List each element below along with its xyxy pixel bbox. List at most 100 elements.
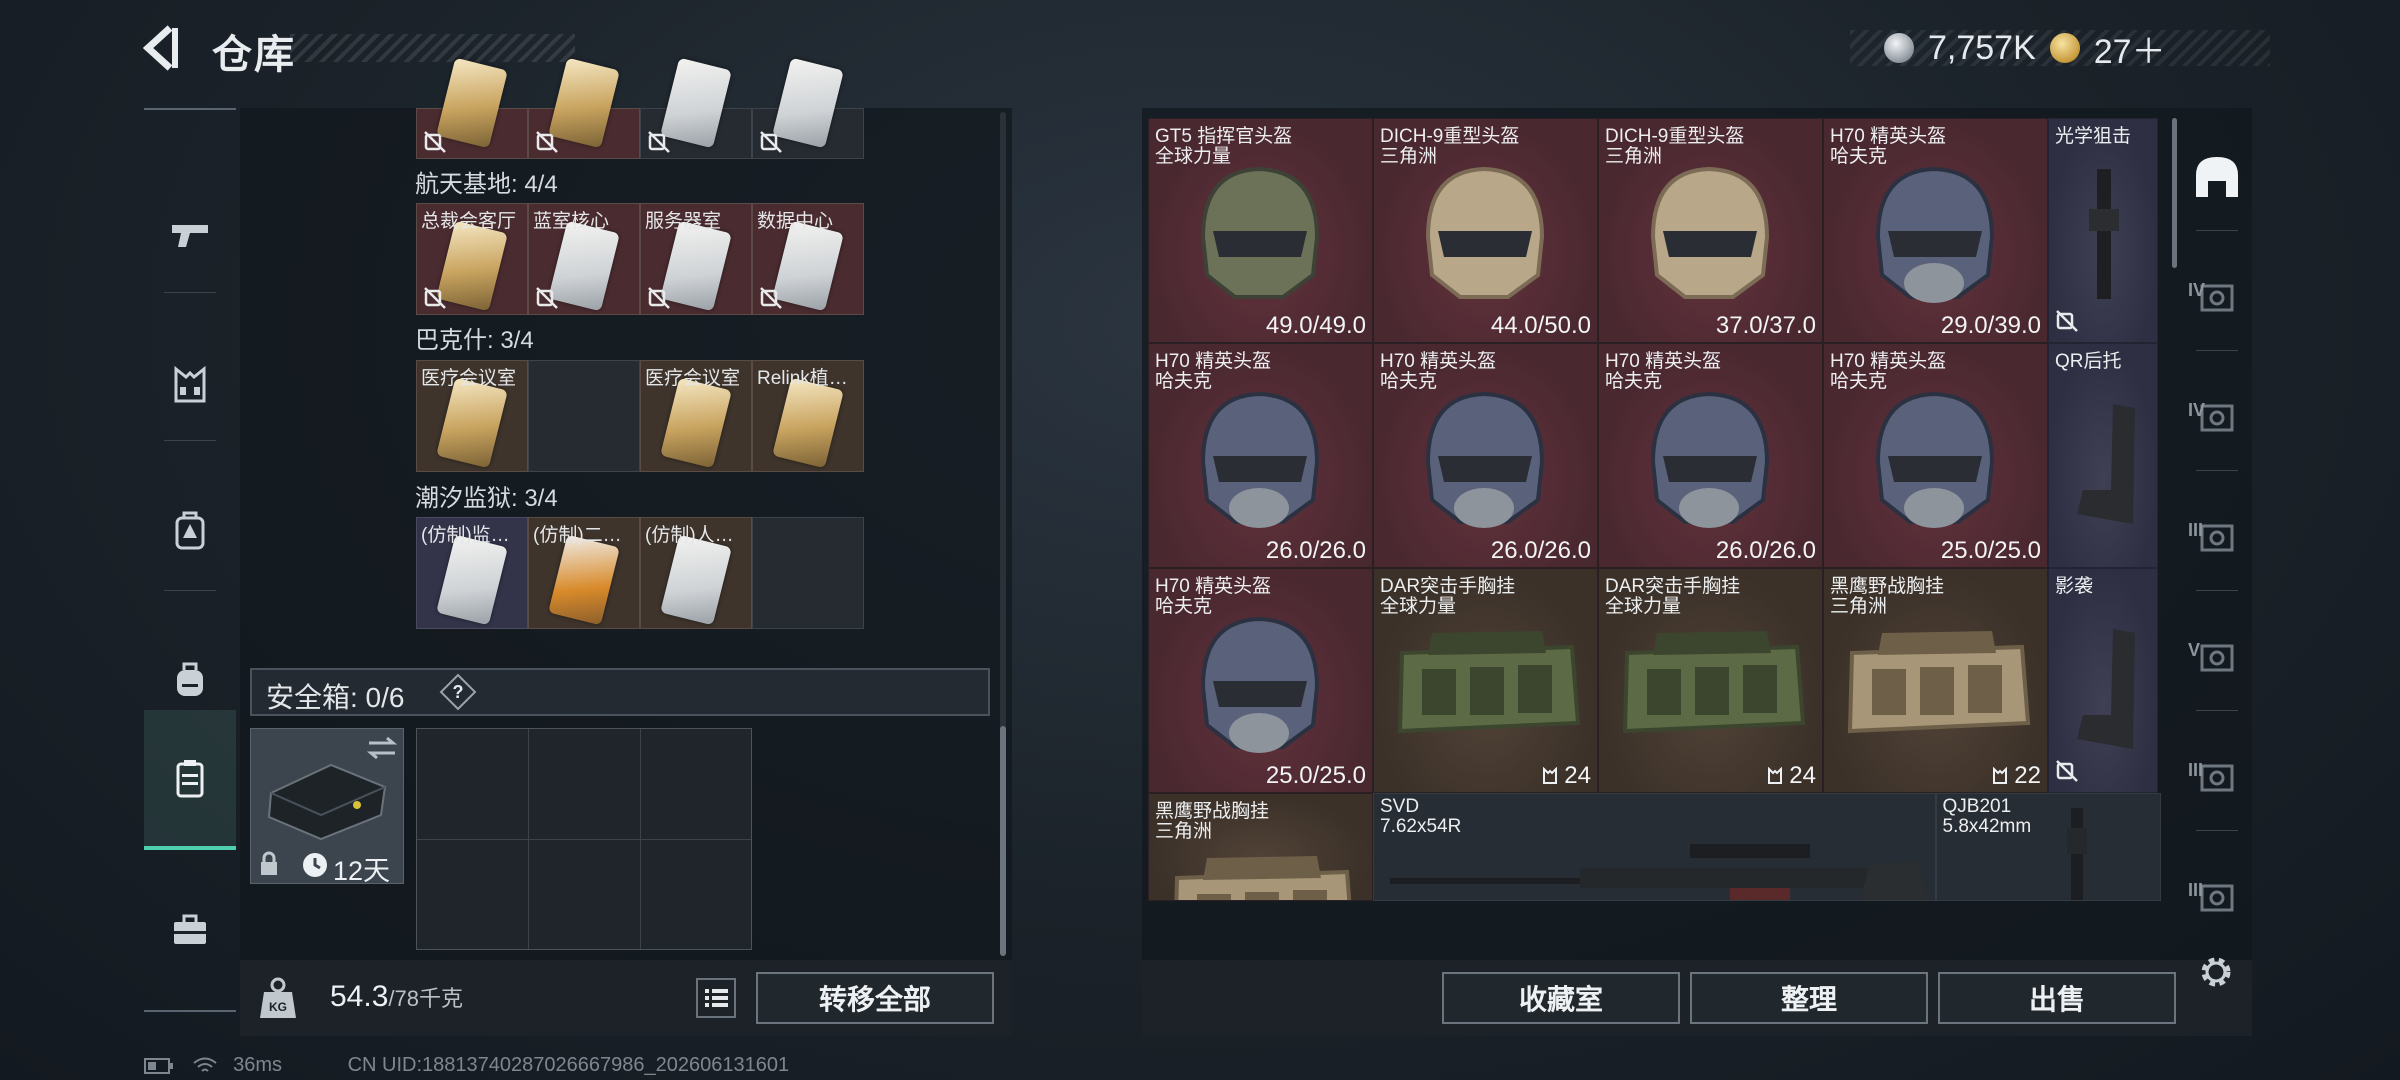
item-subtitle: 哈夫克 <box>1155 371 1213 392</box>
unlinked-icon <box>423 130 447 154</box>
key-card-slot[interactable]: 服务器室 <box>640 203 752 315</box>
inventory-item[interactable]: 光学狙击 <box>2048 118 2158 343</box>
inventory-item[interactable]: DAR突击手胸挂 全球力量 24 <box>1598 568 1823 793</box>
transfer-all-button[interactable]: 转移全部 <box>756 972 994 1024</box>
item-durability: 25.0/25.0 <box>1265 762 1366 789</box>
inventory-item[interactable]: GT5 指挥官头盔 全球力量 49.0/49.0 <box>1148 118 1373 343</box>
item-durability: 29.0/39.0 <box>1940 312 2041 339</box>
svg-text:KG: KG <box>269 1000 287 1014</box>
filter-divider <box>2196 470 2238 471</box>
inventory-filter-nav: IV IV III V III III <box>2182 108 2252 958</box>
key-card-slot[interactable]: 蓝室核心 <box>528 203 640 315</box>
filter-divider <box>2196 710 2238 711</box>
key-card-slot[interactable]: (仿制)二… <box>528 517 640 629</box>
carry-weight: 54.3/78千克 <box>330 980 463 1014</box>
sort-button[interactable]: 整理 <box>1690 972 1928 1024</box>
item-capacity-value: 24 <box>1564 762 1591 789</box>
nav-keycard-case[interactable] <box>144 710 236 850</box>
unlinked-icon <box>535 130 559 154</box>
filter-tab[interactable]: III <box>2182 838 2252 958</box>
help-button[interactable]: ? <box>439 673 477 711</box>
item-durability: 26.0/26.0 <box>1715 537 1816 564</box>
sell-button[interactable]: 出售 <box>1938 972 2176 1024</box>
inventory-item[interactable]: H70 精英头盔 哈夫克 29.0/39.0 <box>1823 118 2048 343</box>
inventory-item[interactable]: 影袭 <box>2048 568 2158 793</box>
vest-capacity-icon <box>1543 766 1558 784</box>
unlinked-icon <box>759 130 783 154</box>
filter-divider <box>2196 350 2238 351</box>
weight-icon: KG <box>260 977 296 1018</box>
item-subtitle: 哈夫克 <box>1605 371 1663 392</box>
vest-capacity-icon <box>1993 766 2008 784</box>
key-card-label: (仿制)人… <box>645 525 734 546</box>
title-hatch-decoration <box>290 34 575 62</box>
unlinked-icon <box>647 130 671 154</box>
inventory-item[interactable]: QJB201 5.8x42mm <box>1935 793 2161 901</box>
key-section-title: 航天基地: 4/4 <box>415 171 558 198</box>
key-card-label: 服务器室 <box>645 211 722 232</box>
list-icon <box>705 989 728 1007</box>
key-card-label: 总裁会客厅 <box>421 211 517 232</box>
key-card-image <box>548 534 620 626</box>
key-card-slot[interactable] <box>528 57 640 159</box>
nav-weapons[interactable] <box>144 170 236 300</box>
gold-balance[interactable]: 27＋ <box>2094 24 2166 73</box>
key-card-label: (仿制)监… <box>421 525 510 546</box>
filter-tab[interactable] <box>2182 118 2252 238</box>
gear-icon[interactable] <box>2196 952 2236 992</box>
tier5-box-icon <box>2200 644 2234 672</box>
inventory-item[interactable]: H70 精英头盔 哈夫克 26.0/26.0 <box>1373 343 1598 568</box>
item-name: QR后托 <box>2055 351 2122 372</box>
filter-tab[interactable]: III <box>2182 718 2252 838</box>
filter-tab[interactable]: IV <box>2182 358 2252 478</box>
inventory-item[interactable]: H70 精英头盔 哈夫克 25.0/25.0 <box>1823 343 2048 568</box>
inventory-item[interactable]: DICH-9重型头盔 三角洲 37.0/37.0 <box>1598 118 1823 343</box>
filter-divider <box>2196 590 2238 591</box>
key-card-slot[interactable] <box>528 360 640 472</box>
item-subtitle: 全球力量 <box>1380 596 1457 617</box>
key-card-slot[interactable]: 医疗会议室 <box>640 360 752 472</box>
key-card-image <box>772 377 844 469</box>
inventory-item[interactable]: DAR突击手胸挂 全球力量 24 <box>1373 568 1598 793</box>
item-subtitle: 5.8x42mm <box>1942 816 2032 837</box>
inventory-item[interactable]: H70 精英头盔 哈夫克 25.0/25.0 <box>1148 568 1373 793</box>
inventory-item[interactable]: DICH-9重型头盔 三角洲 44.0/50.0 <box>1373 118 1598 343</box>
left-scrollbar[interactable] <box>1000 726 1006 956</box>
key-card-slot[interactable]: (仿制)人… <box>640 517 752 629</box>
filter-tab[interactable]: V <box>2182 598 2252 718</box>
key-card-slot[interactable]: 总裁会客厅 <box>416 203 528 315</box>
swap-icon[interactable] <box>365 735 399 761</box>
key-card-slot[interactable] <box>752 57 864 159</box>
back-arrow-icon <box>142 25 178 71</box>
unlinked-icon <box>647 286 671 310</box>
nav-vests[interactable] <box>144 320 236 450</box>
inventory-item[interactable]: H70 精英头盔 哈夫克 26.0/26.0 <box>1148 343 1373 568</box>
list-view-button[interactable] <box>696 978 736 1018</box>
nav-backpack-alert[interactable] <box>144 465 236 595</box>
inventory-item[interactable]: QR后托 <box>2048 343 2158 568</box>
item-subtitle: 哈夫克 <box>1155 596 1213 617</box>
key-card-slot[interactable] <box>752 517 864 629</box>
filter-tab[interactable]: IV <box>2182 238 2252 358</box>
key-card-slot[interactable]: 数据中心 <box>752 203 864 315</box>
collection-room-button[interactable]: 收藏室 <box>1442 972 1680 1024</box>
key-card-slot[interactable]: Relink植… <box>752 360 864 472</box>
key-card-label: 医疗会议室 <box>421 368 517 389</box>
inventory-item[interactable]: H70 精英头盔 哈夫克 26.0/26.0 <box>1598 343 1823 568</box>
toolbox-icon <box>174 914 206 944</box>
safe-box-label: 安全箱: 0/6 <box>266 682 405 713</box>
back-button[interactable] <box>140 22 190 74</box>
nav-toolbox[interactable] <box>144 865 236 995</box>
inventory-item[interactable]: 黑鹰野战胸挂 三角洲 <box>1148 793 1373 901</box>
key-card-slot[interactable]: 医疗会议室 <box>416 360 528 472</box>
key-card-slot[interactable] <box>416 57 528 159</box>
safe-box-grid[interactable] <box>416 728 752 950</box>
filter-tab[interactable]: III <box>2182 478 2252 598</box>
key-card-slot[interactable] <box>640 57 752 159</box>
key-card-slot[interactable]: (仿制)监… <box>416 517 528 629</box>
key-section-title: 潮汐监狱: 3/4 <box>415 485 558 512</box>
safe-box-item[interactable]: 12天 <box>250 728 404 886</box>
inventory-item[interactable]: 黑鹰野战胸挂 三角洲 22 <box>1823 568 2048 793</box>
inventory-item[interactable]: SVD 7.62x54R <box>1373 793 1936 901</box>
right-scrollbar[interactable] <box>2172 118 2177 268</box>
